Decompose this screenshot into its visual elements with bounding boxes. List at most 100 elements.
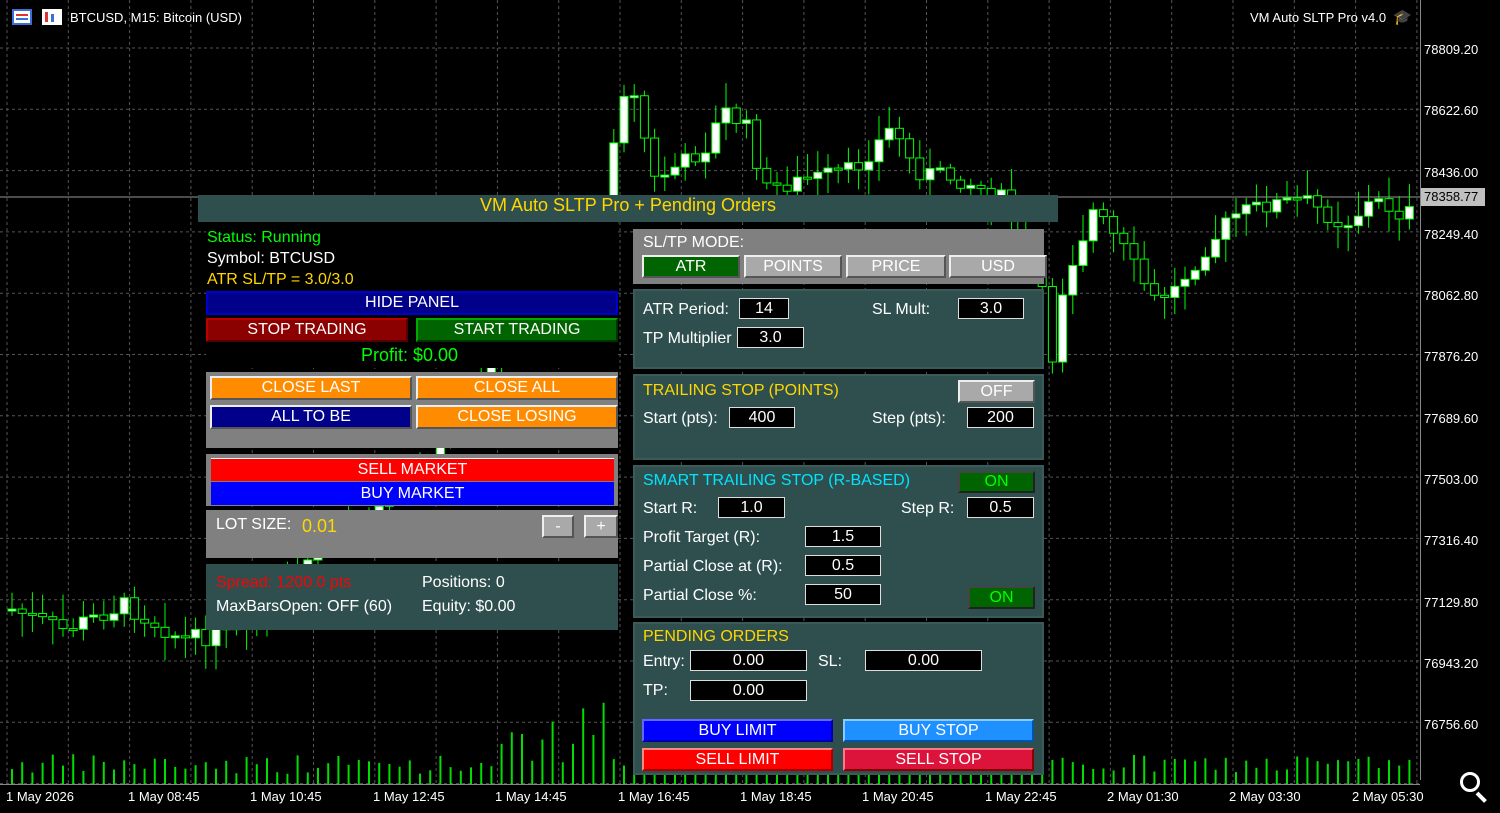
- candle-body: [843, 162, 853, 170]
- atr-period-input[interactable]: [739, 298, 789, 319]
- sltp-mode-label: SL/TP MODE:: [643, 234, 745, 251]
- sl-mult-label: SL Mult:: [872, 301, 931, 318]
- sl-mult-input[interactable]: [958, 298, 1024, 319]
- candle-body: [27, 612, 37, 616]
- candle-body: [813, 171, 823, 180]
- atr-period-label: ATR Period:: [643, 301, 729, 318]
- partial-close-toggle-button[interactable]: ON: [968, 586, 1035, 609]
- sell-stop-button[interactable]: SELL STOP: [843, 748, 1034, 771]
- candle-body: [762, 167, 772, 184]
- candle-body: [1211, 238, 1221, 258]
- trailing-start-input[interactable]: [729, 407, 795, 428]
- pending-orders-title: PENDING ORDERS: [643, 628, 789, 645]
- start-r-label: Start R:: [643, 500, 698, 517]
- candle-body: [68, 628, 78, 632]
- candle-body: [1129, 243, 1139, 260]
- candle-body: [129, 597, 139, 620]
- atr-info-text: ATR SL/TP = 3.0/3.0: [207, 271, 354, 288]
- candle-body: [1221, 217, 1231, 240]
- zoom-magnifier-icon[interactable]: [1458, 770, 1490, 803]
- all-to-be-button[interactable]: ALL TO BE: [210, 405, 412, 429]
- stop-trading-button[interactable]: STOP TRADING: [206, 318, 408, 342]
- trailing-toggle-button[interactable]: OFF: [958, 380, 1035, 403]
- candle-body: [874, 139, 884, 163]
- candle-body: [711, 122, 721, 154]
- price-label: 78809.20: [1424, 42, 1479, 57]
- buy-stop-button[interactable]: BUY STOP: [843, 719, 1034, 742]
- partial-close-at-input[interactable]: [805, 555, 881, 576]
- trailing-start-label: Start (pts):: [643, 410, 718, 427]
- candle-body: [884, 127, 894, 141]
- time-label: 1 May 12:45: [373, 789, 445, 804]
- tp-input[interactable]: [690, 680, 807, 701]
- start-r-input[interactable]: [718, 497, 785, 518]
- candle-body: [7, 608, 17, 612]
- time-label: 1 May 16:45: [618, 789, 690, 804]
- candle-body: [1394, 210, 1404, 220]
- candle-body: [721, 107, 731, 124]
- profit-target-input[interactable]: [805, 526, 881, 547]
- price-label: 77129.80: [1424, 595, 1479, 610]
- mode-price-button[interactable]: PRICE: [846, 255, 946, 278]
- price-label: 76756.60: [1424, 717, 1479, 732]
- lot-increase-button[interactable]: +: [584, 515, 618, 538]
- entry-input[interactable]: [690, 650, 807, 671]
- start-trading-button[interactable]: START TRADING: [416, 318, 618, 342]
- close-all-button[interactable]: CLOSE ALL: [416, 376, 618, 400]
- current-price-label: 78358.77: [1421, 188, 1485, 206]
- price-label: 77876.20: [1424, 349, 1479, 364]
- price-label: 77503.00: [1424, 472, 1479, 487]
- time-axis: [0, 784, 1420, 785]
- sell-market-button[interactable]: SELL MARKET: [211, 458, 614, 481]
- chart-type-icon[interactable]: [42, 9, 62, 25]
- window-menu-icon[interactable]: [12, 9, 32, 25]
- price-label: 78436.00: [1424, 165, 1479, 180]
- candle-body: [1241, 204, 1251, 215]
- time-label: 1 May 18:45: [740, 789, 812, 804]
- tp-mult-label: TP Multiplier: [643, 330, 732, 347]
- buy-limit-button[interactable]: BUY LIMIT: [642, 719, 833, 742]
- time-label: 1 May 22:45: [985, 789, 1057, 804]
- candle-body: [58, 619, 68, 630]
- time-label: 1 May 14:45: [495, 789, 567, 804]
- step-r-label: Step R:: [901, 500, 955, 517]
- smart-trailing-toggle-button[interactable]: ON: [958, 471, 1035, 493]
- buy-market-button[interactable]: BUY MARKET: [211, 482, 614, 505]
- panel-title-bar[interactable]: VM Auto SLTP Pro + Pending Orders: [198, 195, 1058, 222]
- mode-points-button[interactable]: POINTS: [744, 255, 842, 278]
- profit-text: Profit: $0.00: [361, 345, 459, 365]
- sl-input[interactable]: [865, 650, 982, 671]
- candle-body: [752, 119, 762, 169]
- partial-close-pct-input[interactable]: [805, 584, 881, 605]
- candle-body: [99, 614, 109, 621]
- candle-body: [680, 153, 690, 168]
- candle-body: [894, 127, 904, 140]
- price-label: 78622.60: [1424, 103, 1479, 118]
- time-label: 2 May 01:30: [1107, 789, 1179, 804]
- candle-body: [1139, 258, 1149, 285]
- hide-panel-button[interactable]: HIDE PANEL: [206, 291, 618, 315]
- candle-body: [1364, 201, 1374, 217]
- trailing-step-input[interactable]: [967, 407, 1034, 428]
- mode-usd-button[interactable]: USD: [949, 255, 1047, 278]
- candle-body: [864, 161, 874, 171]
- step-r-input[interactable]: [967, 497, 1034, 518]
- tp-mult-input[interactable]: [737, 327, 804, 348]
- close-losing-button[interactable]: CLOSE LOSING: [416, 405, 618, 429]
- candle-body: [1404, 206, 1414, 220]
- lot-size-label: LOT SIZE:: [216, 516, 292, 533]
- close-last-button[interactable]: CLOSE LAST: [210, 376, 412, 400]
- candle-body: [38, 612, 48, 618]
- trailing-title: TRAILING STOP (POINTS): [643, 382, 839, 399]
- mode-atr-button[interactable]: ATR: [642, 255, 740, 278]
- candle-body: [1068, 265, 1078, 296]
- tp-label: TP:: [643, 682, 668, 699]
- candle-body: [1098, 209, 1108, 218]
- candle-body: [78, 616, 88, 630]
- candle-body: [180, 635, 190, 639]
- candle-body: [966, 184, 976, 189]
- sell-limit-button[interactable]: SELL LIMIT: [642, 748, 833, 771]
- lot-decrease-button[interactable]: -: [542, 515, 574, 538]
- candle-body: [89, 614, 99, 618]
- candle-body: [772, 182, 782, 186]
